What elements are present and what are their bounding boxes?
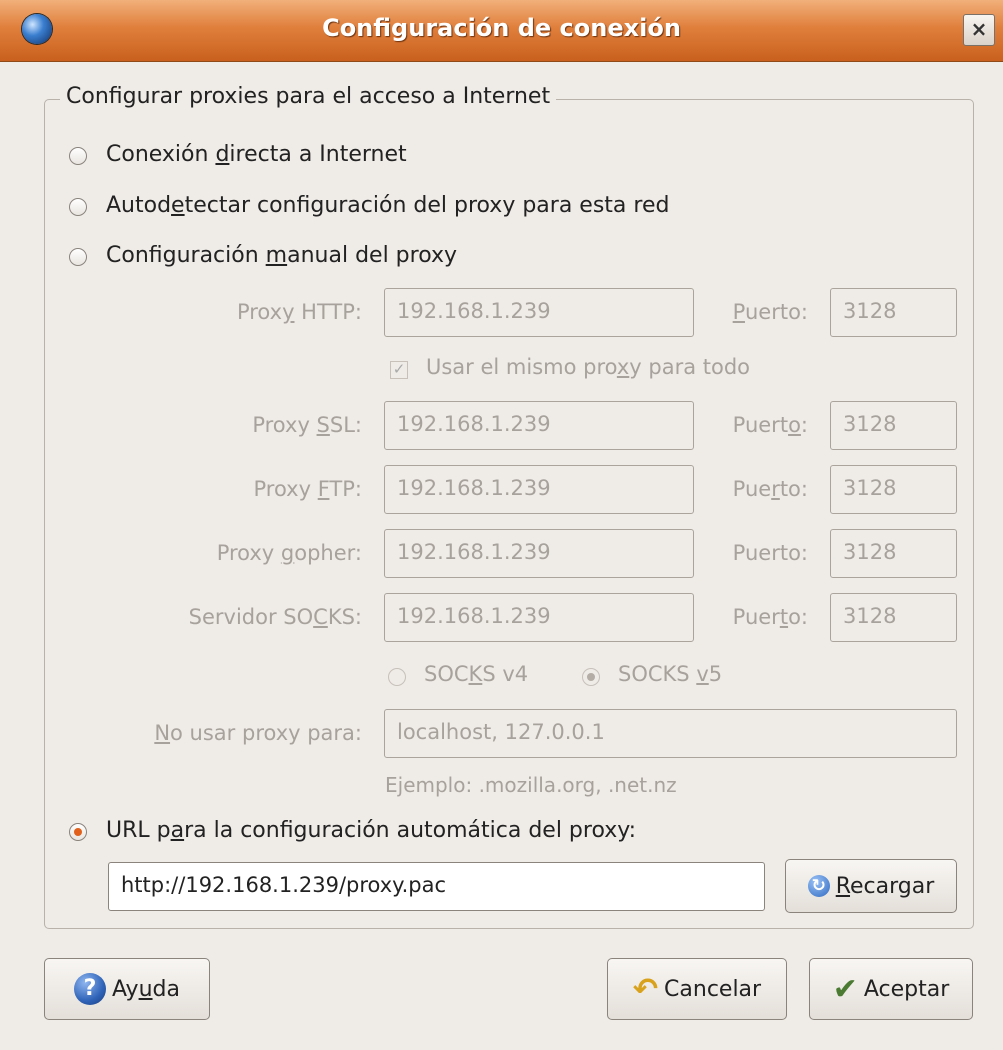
radio-socks-v5[interactable] bbox=[582, 668, 600, 686]
socks-host-label: Servidor SOCKS: bbox=[188, 605, 362, 629]
radio-auto-url-label[interactable]: URL para la configuración automática del… bbox=[106, 818, 636, 843]
proxy-group-frame bbox=[44, 99, 974, 929]
http-port-input[interactable]: 3128 bbox=[830, 288, 957, 337]
http-port-label: Puerto: bbox=[732, 300, 808, 324]
cancel-button-label: Cancelar bbox=[664, 976, 762, 1002]
auto-url-input[interactable]: http://192.168.1.239/proxy.pac bbox=[108, 862, 765, 911]
radio-autodetect-label[interactable]: Autodetectar configuración del proxy par… bbox=[106, 193, 669, 218]
reload-button[interactable]: ↻ Recargar bbox=[785, 859, 957, 913]
radio-autodetect[interactable] bbox=[69, 198, 87, 216]
gopher-proxy-input[interactable]: 192.168.1.239 bbox=[384, 529, 694, 578]
ssl-port-input[interactable]: 3128 bbox=[830, 401, 957, 450]
proxy-group-legend: Configurar proxies para el acceso a Inte… bbox=[60, 84, 557, 109]
close-button[interactable]: × bbox=[963, 14, 995, 46]
radio-manual[interactable] bbox=[69, 248, 87, 266]
no-proxy-input[interactable]: localhost, 127.0.0.1 bbox=[384, 709, 957, 758]
socks-port-label: Puerto: bbox=[732, 605, 808, 629]
radio-direct-label[interactable]: Conexión directa a Internet bbox=[106, 142, 407, 167]
ftp-proxy-label: Proxy FTP: bbox=[253, 477, 363, 501]
socks-port-input[interactable]: 3128 bbox=[830, 593, 957, 642]
radio-manual-label[interactable]: Configuración manual del proxy bbox=[106, 243, 457, 268]
window-title: Configuración de conexión bbox=[322, 14, 681, 42]
same-proxy-label[interactable]: Usar el mismo proxy para todo bbox=[426, 355, 750, 379]
ssl-proxy-input[interactable]: 192.168.1.239 bbox=[384, 401, 694, 450]
ftp-port-label: Puerto: bbox=[732, 477, 808, 501]
same-proxy-checkbox[interactable]: ✓ bbox=[390, 361, 408, 379]
radio-direct[interactable] bbox=[69, 147, 87, 165]
ssl-port-label: Puerto: bbox=[732, 413, 808, 437]
gopher-proxy-label: Proxy gopher: bbox=[216, 541, 362, 565]
reload-button-label: Recargar bbox=[835, 873, 935, 899]
help-button-label: Ayuda bbox=[112, 976, 180, 1002]
accept-button-label: Aceptar bbox=[863, 976, 950, 1002]
socks-host-input[interactable]: 192.168.1.239 bbox=[384, 593, 694, 642]
ftp-proxy-input[interactable]: 192.168.1.239 bbox=[384, 465, 694, 514]
radio-socks-v4-label[interactable]: SOCKS v4 bbox=[424, 662, 528, 686]
window-titlebar[interactable]: Configuración de conexión × bbox=[0, 0, 1003, 62]
no-proxy-label: No usar proxy para: bbox=[154, 721, 362, 745]
radio-socks-v5-dot bbox=[587, 673, 595, 681]
ftp-port-input[interactable]: 3128 bbox=[830, 465, 957, 514]
accept-icon: ✔ bbox=[832, 971, 858, 1007]
no-proxy-example: Ejemplo: .mozilla.org, .net.nz bbox=[385, 773, 677, 797]
http-proxy-input[interactable]: 192.168.1.239 bbox=[384, 288, 694, 337]
gopher-port-label: Puerto: bbox=[732, 541, 808, 565]
radio-auto-url[interactable] bbox=[69, 823, 87, 841]
reload-icon: ↻ bbox=[807, 875, 830, 897]
radio-socks-v4[interactable] bbox=[388, 668, 406, 686]
radio-socks-v5-label[interactable]: SOCKS v5 bbox=[618, 662, 722, 686]
http-proxy-label: Proxy HTTP: bbox=[236, 300, 362, 324]
cancel-button[interactable]: ↶ Cancelar bbox=[607, 958, 787, 1020]
accept-button[interactable]: ✔ Aceptar bbox=[809, 958, 973, 1020]
help-icon: ? bbox=[74, 973, 106, 1005]
radio-auto-url-dot bbox=[74, 828, 82, 836]
ssl-proxy-label: Proxy SSL: bbox=[252, 413, 362, 437]
gopher-port-input[interactable]: 3128 bbox=[830, 529, 957, 578]
cancel-icon: ↶ bbox=[632, 971, 659, 1007]
help-button[interactable]: ? Ayuda bbox=[44, 958, 210, 1020]
